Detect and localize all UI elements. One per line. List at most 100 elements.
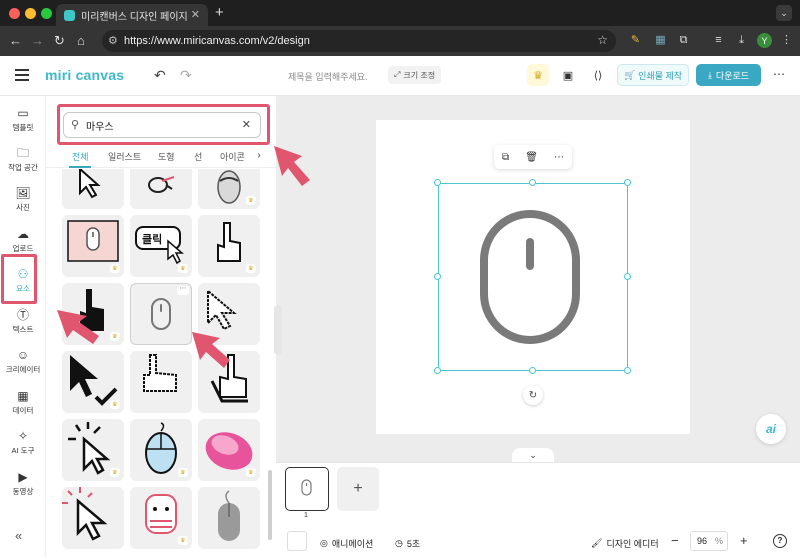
panel-resize-handle[interactable] [274,305,282,355]
category-next-chevron-icon[interactable]: › [252,147,266,163]
zoom-out-icon[interactable]: − [671,533,679,548]
back-arrow-icon[interactable]: ← [9,33,22,48]
tab-line[interactable]: 선 [194,150,202,163]
bookmark-star-icon[interactable]: ☆ [597,33,608,47]
sidebar-item-creator[interactable]: ☺ 크리에이터 [0,344,46,380]
background-color-swatch[interactable] [287,531,307,551]
panel-scrollbar[interactable] [268,470,272,540]
close-window-button[interactable] [9,8,20,19]
profile-avatar[interactable]: Y [757,33,772,48]
maximize-window-button[interactable] [41,8,52,19]
downloads-icon[interactable]: ⤓ [735,34,748,47]
document-title-input[interactable]: 제목을 입력해주세요. [288,70,368,83]
sidebar-item-label: AI 도구 [11,446,35,455]
resize-handle[interactable] [624,273,631,280]
home-icon[interactable]: ⌂ [77,33,85,48]
add-page-button[interactable]: + [337,467,379,511]
list-item[interactable]: ♛ [130,419,192,481]
close-tab-icon[interactable]: ✕ [191,8,200,21]
zoom-input[interactable]: 96 % [690,531,728,551]
list-item[interactable]: ♛ [198,215,260,277]
forward-arrow-icon[interactable]: → [31,33,44,48]
new-tab-button[interactable]: + [215,4,224,21]
save-button[interactable]: ▣ [557,64,579,86]
redo-icon[interactable]: ↷ [180,67,192,84]
list-item[interactable]: ♛ [130,487,192,549]
brush-icon: 🖌 [591,538,603,548]
tile-more-options-icon[interactable]: ⋯ [177,285,189,295]
collapse-sidebar-icon[interactable]: « [15,528,22,543]
resize-handle[interactable] [624,179,631,186]
selection-box[interactable] [438,183,628,371]
list-item[interactable] [130,351,192,413]
zoom-in-icon[interactable]: + [740,533,748,548]
list-item[interactable]: 클릭 ♛ [130,215,192,277]
reading-list-icon[interactable]: ≡ [712,34,725,47]
print-order-button[interactable]: 🛒 인쇄물 제작 [617,64,689,86]
list-item[interactable]: ⋯ [130,283,192,345]
search-highlight-box [57,104,270,145]
download-button[interactable]: ⤓ 다운로드 [696,64,761,86]
zoom-unit: % [714,536,723,546]
list-item[interactable] [62,169,124,209]
duplicate-icon[interactable]: ⧉ [502,152,509,163]
menu-icon[interactable] [15,69,29,81]
design-editor-button[interactable]: 🖌 디자인 에디터 [591,537,659,550]
list-item[interactable]: ♛ [198,169,260,209]
share-button[interactable]: ⟨⟩ [587,64,609,86]
premium-crown-button[interactable]: ♛ [527,64,549,86]
resize-handle[interactable] [529,179,536,186]
address-bar[interactable]: ⚙ https://www.miricanvas.com/v2/design ☆ [102,30,616,52]
duration-button[interactable]: ◷ 5초 [395,537,420,550]
list-item[interactable] [198,487,260,549]
data-icon: ▦ [17,389,29,403]
reload-icon[interactable]: ↻ [54,33,65,49]
list-item[interactable] [62,487,124,549]
extension-pen-icon[interactable]: ✎ [629,34,642,47]
elements-highlight-box [1,254,37,304]
upload-icon: ☁ [17,227,29,241]
list-item[interactable] [130,169,192,209]
tab-all[interactable]: 전체 [72,150,89,163]
tab-shape[interactable]: 도형 [158,150,175,163]
undo-icon[interactable]: ↶ [154,67,166,84]
sidebar-item-video[interactable]: ▶ 동영상 [0,466,46,502]
premium-crown-icon: ♛ [246,196,256,205]
page-thumbnail[interactable] [285,467,329,511]
tab-illustration[interactable]: 일러스트 [108,150,141,163]
sidebar-item-photo[interactable]: 🖼 사진 [0,182,46,218]
site-settings-icon[interactable]: ⚙ [108,34,118,47]
more-options-icon[interactable]: ⋯ [554,152,564,163]
list-item[interactable]: ♛ [62,419,124,481]
sidebar-item-ai-tools[interactable]: ✧ AI 도구 [0,425,46,461]
sidebar-item-data[interactable]: ▦ 데이터 [0,385,46,421]
ai-assistant-button[interactable]: ai [756,414,786,444]
list-item[interactable]: ♛ [62,351,124,413]
extension-grid-icon[interactable]: ▦ [654,34,667,47]
minimize-window-button[interactable] [25,8,36,19]
delete-icon[interactable]: 🗑 [525,152,538,163]
resize-handle[interactable] [434,367,441,374]
animation-button[interactable]: ◎ 애니메이션 [320,537,373,550]
resize-handle[interactable] [624,367,631,374]
list-item[interactable]: ♛ [198,419,260,481]
tab-search-button[interactable]: ⌄ [776,5,792,21]
resize-handle[interactable] [434,273,441,280]
sidebar-item-workspace[interactable]: 🗀 작업 공간 [0,142,46,178]
browser-tab[interactable]: 미리캔버스 디자인 페이지 ✕ [56,4,208,26]
rotate-icon[interactable]: ↻ [523,385,543,405]
resize-handle[interactable] [529,367,536,374]
animation-icon: ◎ [320,538,328,548]
browser-menu-icon[interactable]: ⋮ [780,34,793,47]
list-item[interactable]: ♛ [62,215,124,277]
resize-button[interactable]: ⤢ 크기 조정 [388,66,442,84]
sidebar-item-text[interactable]: Ⓣ 텍스트 [0,304,46,340]
miricanvas-logo[interactable]: miri canvas [45,67,124,83]
resize-handle[interactable] [434,179,441,186]
more-options-icon[interactable]: ⋯ [773,67,785,81]
chevron-down-icon[interactable]: ⌄ [512,448,554,462]
sidebar-item-template[interactable]: ▭ 템플릿 [0,102,46,138]
help-icon[interactable]: ? [773,534,787,548]
tab-icon[interactable]: 아이콘 [220,150,245,163]
extensions-puzzle-icon[interactable]: ⧉ [677,34,690,47]
